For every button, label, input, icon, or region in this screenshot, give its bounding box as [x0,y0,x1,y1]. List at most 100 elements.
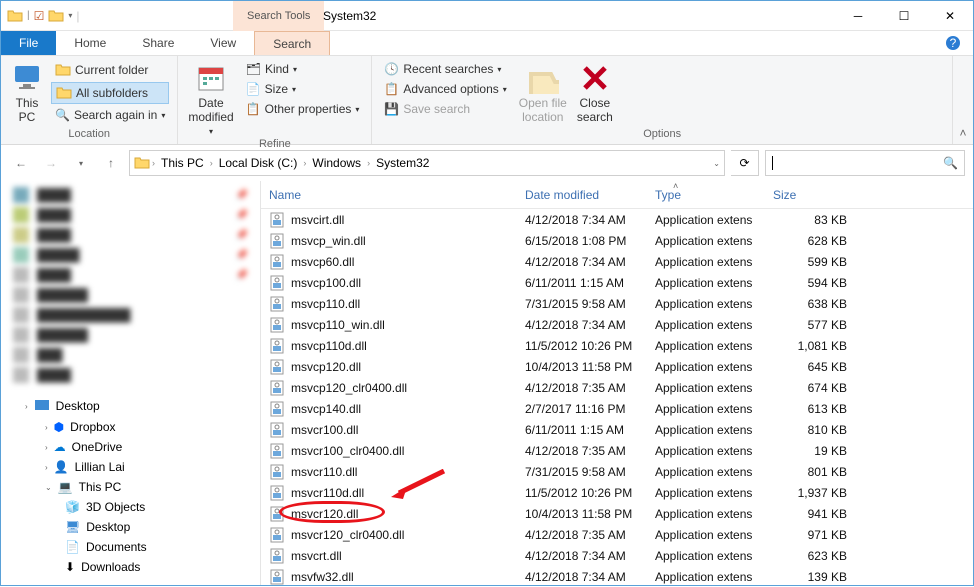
file-row[interactable]: msvcp120.dll10/4/2013 11:58 PMApplicatio… [261,356,973,377]
ribbon-collapse-button[interactable]: ˄ [953,56,973,144]
file-row[interactable]: msvcr120.dll10/4/2013 11:58 PMApplicatio… [261,503,973,524]
file-size: 1,081 KB [765,339,865,353]
tree-onedrive[interactable]: ›☁OneDrive [1,437,260,457]
close-x-icon [579,62,611,94]
size-button[interactable]: 📄Size▾ [242,80,364,98]
qat-checkbox-icon[interactable]: ☑ [34,9,45,23]
tree-desktop-sub[interactable]: 🖥Desktop [1,517,260,537]
file-row[interactable]: msvcr110.dll7/31/2015 9:58 AMApplication… [261,461,973,482]
file-size: 594 KB [765,276,865,290]
recent-searches-button[interactable]: 🕓Recent searches▾ [380,60,510,78]
col-date[interactable]: Date modified [517,188,647,202]
svg-text:?: ? [950,36,957,50]
file-row[interactable]: msvcr110d.dll11/5/2012 10:26 PMApplicati… [261,482,973,503]
folder-icon [55,62,71,78]
kind-button[interactable]: 🗂Kind▾ [242,60,364,78]
folders-icon [56,85,72,101]
file-row[interactable]: msvcp110_win.dll4/12/2018 7:34 AMApplica… [261,314,973,335]
dll-icon [269,548,285,564]
file-row[interactable]: msvcr120_clr0400.dll4/12/2018 7:35 AMApp… [261,524,973,545]
file-name: msvcp120.dll [291,360,361,374]
breadcrumb[interactable]: › This PC› Local Disk (C:)› Windows› Sys… [129,150,725,176]
breadcrumb-dropdown[interactable]: ⌄ [713,159,720,168]
this-pc-button[interactable]: This PC [9,60,45,127]
file-row[interactable]: msvcirt.dll4/12/2018 7:34 AMApplication … [261,209,973,230]
tree-user[interactable]: ›👤Lillian Lai [1,457,260,477]
file-name: msvcp140.dll [291,402,361,416]
file-size: 628 KB [765,234,865,248]
advanced-options-button[interactable]: 📋Advanced options▾ [380,80,510,98]
close-button[interactable]: ✕ [927,1,973,31]
tab-home[interactable]: Home [56,31,124,55]
file-row[interactable]: msvcp120_clr0400.dll4/12/2018 7:35 AMApp… [261,377,973,398]
history-dropdown[interactable]: ▾ [69,151,93,175]
up-button[interactable]: ↑ [99,151,123,175]
size-icon: 📄 [246,82,261,96]
crumb-system32[interactable]: System32 [372,156,433,170]
col-name[interactable]: Name [261,188,517,202]
qat-folder-icon[interactable] [48,8,64,24]
back-button[interactable]: ← [9,151,33,175]
tab-share[interactable]: Share [124,31,192,55]
file-row[interactable]: msvcp110.dll7/31/2015 9:58 AMApplication… [261,293,973,314]
dll-icon [269,254,285,270]
file-name: msvcr120_clr0400.dll [291,528,404,542]
tree-this-pc[interactable]: ⌄💻This PC [1,477,260,497]
all-subfolders-button[interactable]: All subfolders [51,82,169,104]
search-again-button[interactable]: 🔍Search again in▾ [51,106,169,124]
file-list-pane: Name Date modified Type Size ˄ msvcirt.d… [261,181,973,585]
dll-icon [269,212,285,228]
file-type: Application extens [647,276,765,290]
file-date: 4/12/2018 7:35 AM [517,444,647,458]
help-icon: ? [945,35,961,51]
file-type: Application extens [647,528,765,542]
maximize-button[interactable]: ☐ [881,1,927,31]
crumb-this-pc[interactable]: This PC [157,156,208,170]
file-date: 10/4/2013 11:58 PM [517,360,647,374]
file-row[interactable]: msvcrt.dll4/12/2018 7:34 AMApplication e… [261,545,973,566]
tree-downloads[interactable]: ⬇Downloads [1,557,260,577]
file-size: 19 KB [765,444,865,458]
onedrive-icon: ☁ [54,440,66,454]
file-type: Application extens [647,255,765,269]
file-name: msvcp_win.dll [291,234,366,248]
file-row[interactable]: msvcp60.dll4/12/2018 7:34 AMApplication … [261,251,973,272]
crumb-local-disk[interactable]: Local Disk (C:) [215,156,302,170]
tree-dropbox[interactable]: ›⬢Dropbox [1,417,260,437]
tab-search[interactable]: Search [254,31,330,55]
col-type[interactable]: Type [647,188,765,202]
current-folder-button[interactable]: Current folder [51,60,169,80]
crumb-windows[interactable]: Windows [308,156,365,170]
search-box[interactable]: 🔍 [765,150,965,176]
qat-dropdown-icon[interactable]: ▾ [68,11,72,20]
tree-desktop[interactable]: ›Desktop [1,395,260,417]
close-search-button[interactable]: Close search [575,60,615,127]
3d-icon: 🧊 [65,500,80,514]
tree-3d-objects[interactable]: 🧊3D Objects [1,497,260,517]
tree-documents[interactable]: 📄Documents [1,537,260,557]
minimize-button[interactable]: ─ [835,1,881,31]
file-row[interactable]: msvfw32.dll4/12/2018 7:34 AMApplication … [261,566,973,587]
refresh-button[interactable]: ⟳ [731,150,759,176]
file-row[interactable]: msvcr100_clr0400.dll4/12/2018 7:35 AMApp… [261,440,973,461]
date-modified-button[interactable]: Date modified▾ [186,60,235,138]
file-row[interactable]: msvcr100.dll6/11/2011 1:15 AMApplication… [261,419,973,440]
file-type: Application extens [647,444,765,458]
file-row[interactable]: msvcp110d.dll11/5/2012 10:26 PMApplicati… [261,335,973,356]
file-row[interactable]: msvcp100.dll6/11/2011 1:15 AMApplication… [261,272,973,293]
file-date: 2/7/2017 11:16 PM [517,402,647,416]
file-row[interactable]: msvcp140.dll2/7/2017 11:16 PMApplication… [261,398,973,419]
other-properties-button[interactable]: 📋Other properties▾ [242,100,364,118]
file-size: 971 KB [765,528,865,542]
column-headers: Name Date modified Type Size ˄ [261,181,973,209]
tab-view[interactable]: View [192,31,254,55]
navigation-pane: ████📌 ████📌 ████📌 █████📌 ████📌 ██████ ██… [1,181,261,585]
help-button[interactable]: ? [933,31,973,55]
tab-file[interactable]: File [1,31,56,55]
file-row[interactable]: msvcp_win.dll6/15/2018 1:08 PMApplicatio… [261,230,973,251]
title-bar: | ☑ ▾ | Search Tools System32 ─ ☐ ✕ [1,1,973,31]
list-icon: 📋 [384,82,399,96]
window-title: System32 [323,1,376,31]
file-size: 139 KB [765,570,865,584]
col-size[interactable]: Size [765,188,865,202]
